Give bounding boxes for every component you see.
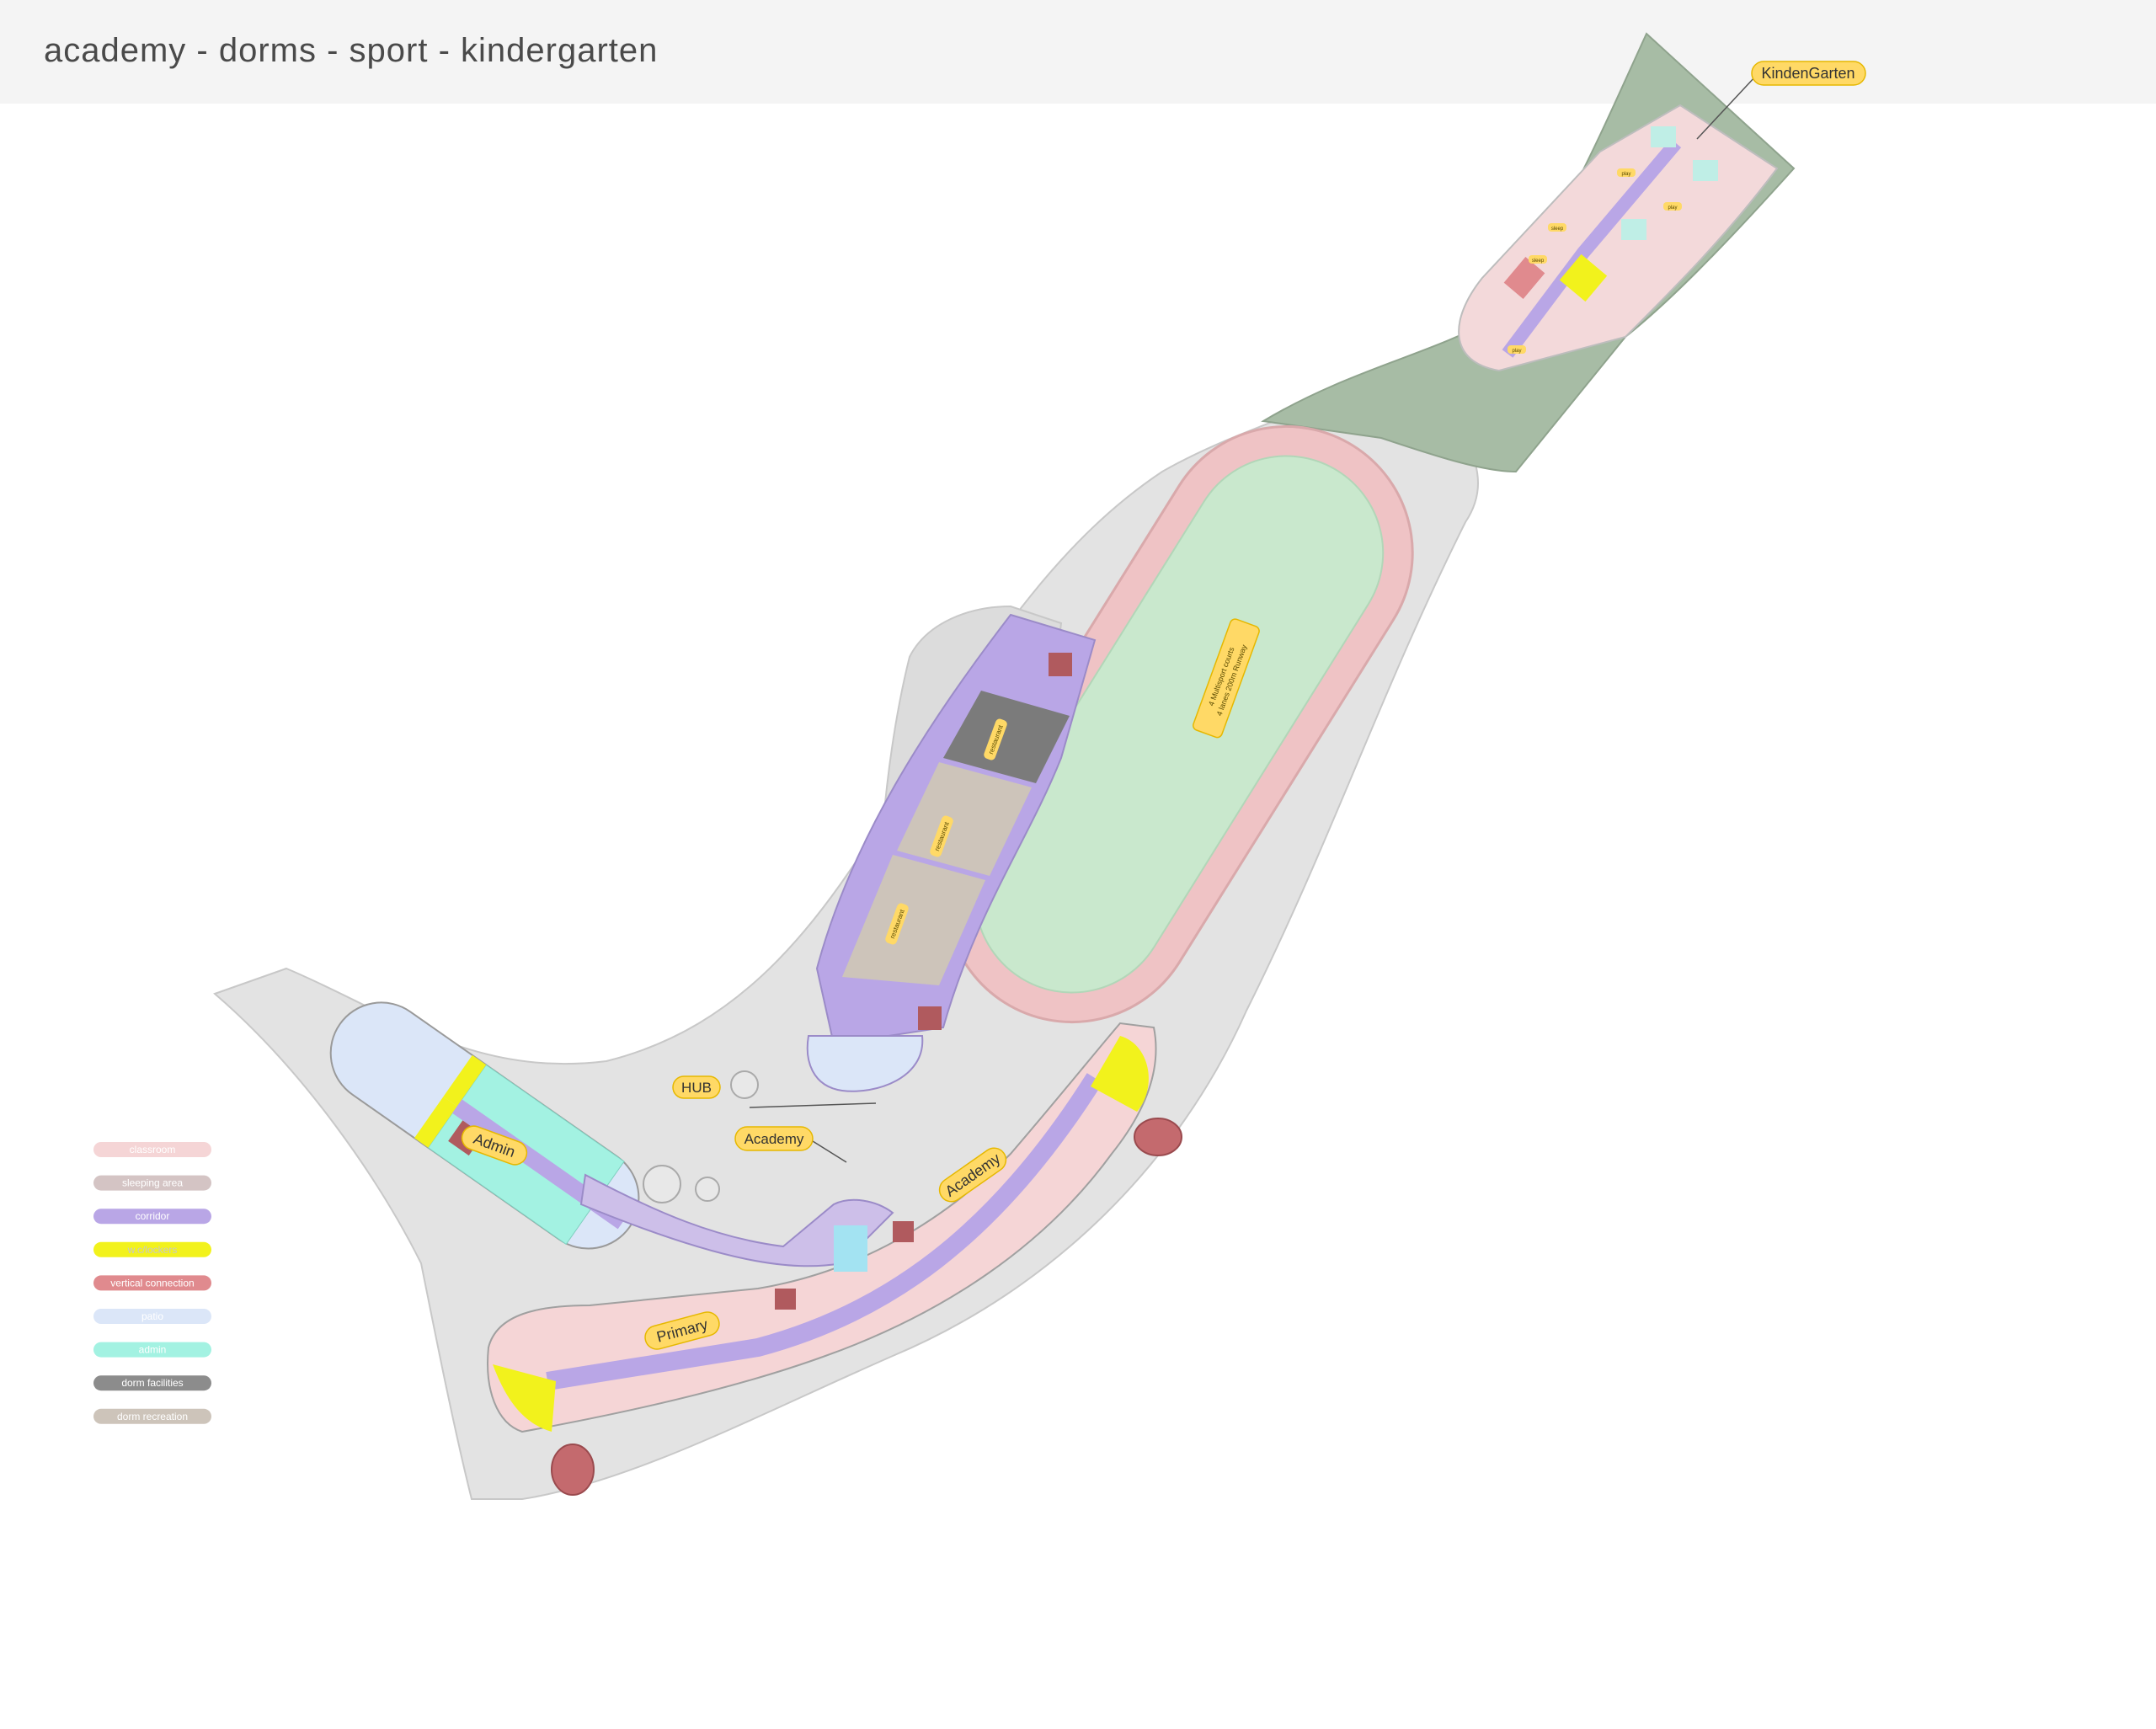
academy-tag: Academy bbox=[734, 1126, 814, 1151]
site-plan: 4 Multisport courts 4 lanes 200m Runway … bbox=[93, 32, 1866, 1500]
play-tag: play bbox=[1668, 205, 1677, 211]
legend-item: vertical connection bbox=[93, 1275, 211, 1291]
kindergarten-label: KindenGarten bbox=[1761, 65, 1854, 82]
legend-label: vertical connection bbox=[110, 1277, 194, 1289]
legend-item: dorm facilities bbox=[93, 1375, 211, 1391]
legend-item: sleeping area bbox=[93, 1175, 211, 1191]
legend-item: admin bbox=[93, 1342, 211, 1358]
play-tag: play bbox=[1621, 172, 1630, 177]
legend-label: admin bbox=[139, 1344, 167, 1356]
legend-label: classroom bbox=[130, 1144, 176, 1155]
kindergarten-tag: KindenGarten bbox=[1751, 61, 1866, 86]
legend-label: patio bbox=[141, 1310, 163, 1322]
legend-label: dorm recreation bbox=[117, 1411, 188, 1422]
hub-circle bbox=[730, 1070, 759, 1099]
hub-tag: HUB bbox=[672, 1075, 721, 1099]
legend-item: classroom bbox=[93, 1142, 211, 1157]
legend-label: w.c/lockers bbox=[127, 1244, 178, 1256]
plaza-circle bbox=[643, 1165, 681, 1203]
sleep-tag: sleep bbox=[1532, 259, 1545, 264]
hub-label: HUB bbox=[681, 1080, 712, 1096]
legend-label: corridor bbox=[136, 1210, 170, 1222]
academy-label: Academy bbox=[744, 1131, 804, 1147]
legend-item: dorm recreation bbox=[93, 1408, 211, 1424]
sleep-tag: sleep bbox=[1551, 227, 1564, 232]
legend-item: w.c/lockers bbox=[93, 1241, 211, 1257]
legend-label: sleeping area bbox=[122, 1177, 183, 1189]
play-tag: play bbox=[1512, 349, 1521, 354]
plaza-circle bbox=[695, 1177, 720, 1202]
legend: classroom sleeping area corridor w.c/locker… bbox=[93, 1142, 211, 1424]
legend-label: dorm facilities bbox=[121, 1377, 183, 1389]
legend-item: corridor bbox=[93, 1209, 211, 1225]
legend-item: patio bbox=[93, 1309, 211, 1324]
